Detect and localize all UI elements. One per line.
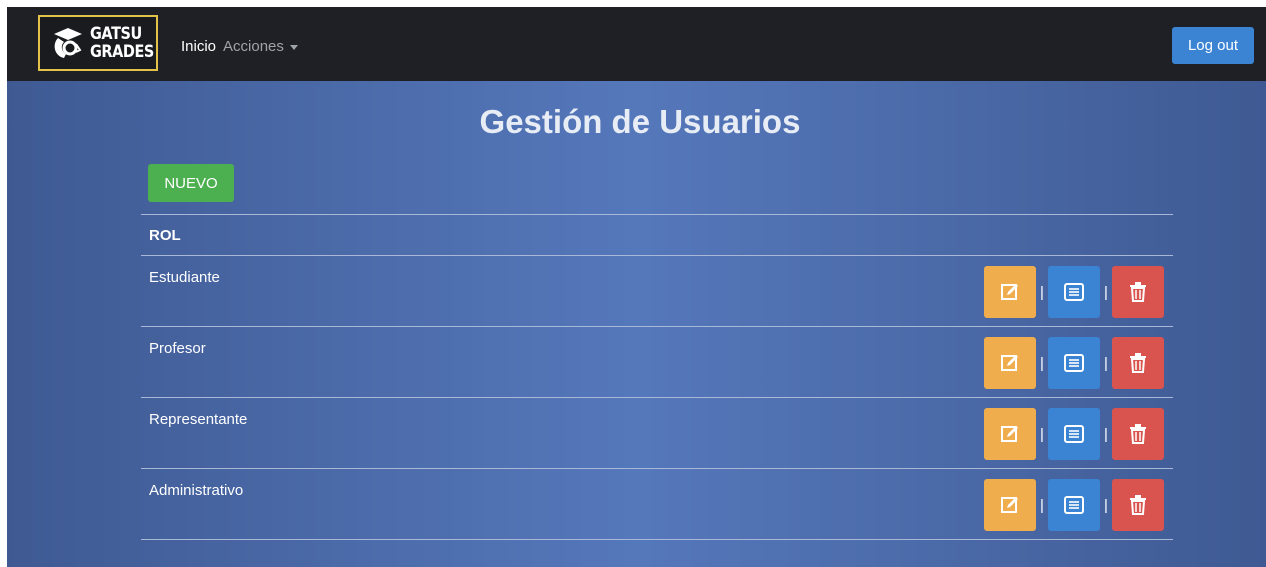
row-actions: | | (984, 266, 1164, 318)
brand-text: GATSU GRADES (90, 25, 154, 61)
list-icon (1064, 354, 1084, 372)
edit-icon (1001, 355, 1018, 371)
action-separator: | (1040, 354, 1044, 372)
delete-button[interactable] (1112, 408, 1164, 460)
trash-icon (1130, 282, 1146, 302)
nav-link-inicio[interactable]: Inicio (181, 38, 216, 55)
edit-button[interactable] (984, 479, 1036, 531)
trash-icon (1130, 495, 1146, 515)
row-actions: | | (984, 408, 1164, 460)
list-icon (1064, 496, 1084, 514)
brand-logo[interactable]: GATSU GRADES (38, 15, 158, 71)
table-row: Representante | | (141, 398, 1173, 468)
delete-button[interactable] (1112, 337, 1164, 389)
trash-icon (1130, 353, 1146, 373)
detail-button[interactable] (1048, 337, 1100, 389)
nav-links: Inicio Acciones (181, 38, 298, 55)
table-row: Profesor | | (141, 327, 1173, 397)
row-actions: | | (984, 479, 1164, 531)
chevron-down-icon (289, 44, 298, 50)
edit-button[interactable] (984, 266, 1036, 318)
delete-button[interactable] (1112, 266, 1164, 318)
edit-icon (1001, 426, 1018, 442)
graduate-head-icon (48, 23, 86, 63)
table-row: Estudiante | | (141, 256, 1173, 326)
action-separator: | (1040, 496, 1044, 514)
detail-button[interactable] (1048, 408, 1100, 460)
list-icon (1064, 283, 1084, 301)
row-label: Profesor (149, 340, 206, 357)
edit-button[interactable] (984, 337, 1036, 389)
brand-line1: GATSU (90, 24, 142, 44)
table-divider (141, 539, 1173, 540)
logout-button[interactable]: Log out (1172, 27, 1254, 64)
row-label: Representante (149, 411, 248, 428)
row-label: Estudiante (149, 269, 220, 286)
row-actions: | | (984, 337, 1164, 389)
action-separator: | (1104, 496, 1108, 514)
app-frame: GATSU GRADES Inicio Acciones Log out Ges… (7, 7, 1266, 567)
new-button[interactable]: NUEVO (148, 164, 234, 202)
delete-button[interactable] (1112, 479, 1164, 531)
edit-button[interactable] (984, 408, 1036, 460)
action-separator: | (1040, 283, 1044, 301)
nav-dropdown-acciones-label: Acciones (223, 38, 284, 55)
action-separator: | (1104, 354, 1108, 372)
action-separator: | (1040, 425, 1044, 443)
edit-icon (1001, 497, 1018, 513)
page-title: Gestión de Usuarios (479, 103, 801, 140)
roles-table: ROL Estudiante | | Profesor | | Represen… (141, 214, 1173, 540)
list-icon (1064, 425, 1084, 443)
table-row: Administrativo | | (141, 469, 1173, 539)
action-separator: | (1104, 425, 1108, 443)
row-label: Administrativo (149, 482, 244, 499)
detail-button[interactable] (1048, 266, 1100, 318)
edit-icon (1001, 284, 1018, 300)
detail-button[interactable] (1048, 479, 1100, 531)
table-header-rol: ROL (149, 226, 181, 244)
action-separator: | (1104, 283, 1108, 301)
brand-line2: GRADES (90, 42, 154, 62)
main-content: Gestión de Usuarios NUEVO ROL Estudiante… (7, 81, 1266, 567)
trash-icon (1130, 424, 1146, 444)
nav-dropdown-acciones[interactable]: Acciones (223, 38, 298, 55)
navbar: GATSU GRADES Inicio Acciones Log out (7, 7, 1266, 81)
